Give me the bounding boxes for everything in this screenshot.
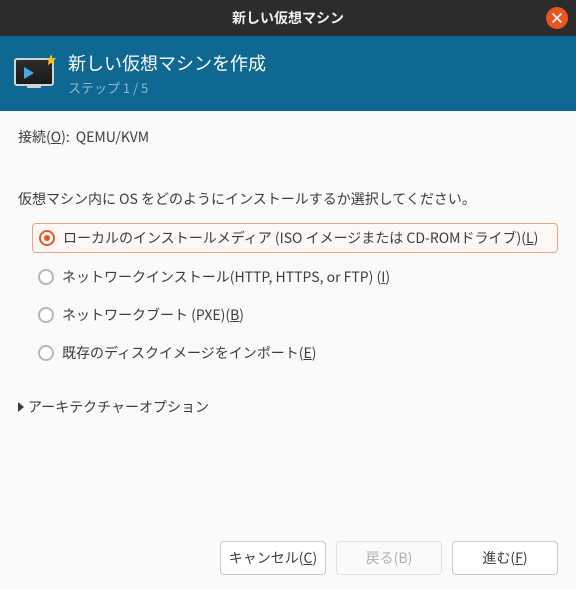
vm-monitor-icon: [14, 58, 54, 90]
install-prompt: 仮想マシン内に OS をどのようにインストールするか選択してください。: [18, 189, 558, 209]
radio-icon: [38, 307, 54, 323]
option-local-media[interactable]: ローカルのインストールメディア (ISO イメージまたは CD-ROMドライブ)…: [32, 223, 558, 253]
radio-icon: [38, 269, 54, 285]
option-network-install[interactable]: ネットワークインストール(HTTP, HTTPS, or FTP) (I): [32, 263, 558, 291]
wizard-title: 新しい仮想マシンを作成: [68, 50, 266, 76]
connection-row: 接続(O): QEMU/KVM: [18, 127, 558, 147]
wizard-header: 新しい仮想マシンを作成 ステップ 1 / 5: [0, 36, 576, 111]
option-label: ローカルのインストールメディア (ISO イメージまたは CD-ROMドライブ)…: [63, 228, 538, 248]
close-button[interactable]: [546, 7, 568, 29]
forward-button[interactable]: 進む(F): [452, 541, 558, 575]
connection-value: QEMU/KVM: [76, 127, 149, 147]
cancel-button[interactable]: キャンセル(C): [220, 541, 326, 575]
chevron-right-icon: [18, 402, 24, 412]
connection-label: 接続(O):: [18, 127, 70, 147]
button-bar: キャンセル(C) 戻る(B) 進む(F): [0, 541, 576, 589]
option-label: ネットワークインストール(HTTP, HTTPS, or FTP) (I): [62, 267, 390, 287]
radio-icon: [39, 230, 55, 246]
radio-icon: [38, 345, 54, 361]
option-import-disk[interactable]: 既存のディスクイメージをインポート(E): [32, 339, 558, 367]
install-method-options: ローカルのインストールメディア (ISO イメージまたは CD-ROMドライブ)…: [32, 223, 558, 367]
titlebar: 新しい仮想マシン: [0, 0, 576, 36]
wizard-step: ステップ 1 / 5: [68, 78, 266, 97]
option-label: 既存のディスクイメージをインポート(E): [62, 343, 316, 363]
option-label: ネットワークブート (PXE)(B): [62, 305, 244, 325]
window-title: 新しい仮想マシン: [0, 8, 576, 28]
close-icon: [552, 8, 562, 28]
option-pxe-boot[interactable]: ネットワークブート (PXE)(B): [32, 301, 558, 329]
back-button[interactable]: 戻る(B): [336, 541, 442, 575]
architecture-label: アーキテクチャーオプション: [28, 397, 209, 417]
architecture-expander[interactable]: アーキテクチャーオプション: [18, 397, 558, 417]
